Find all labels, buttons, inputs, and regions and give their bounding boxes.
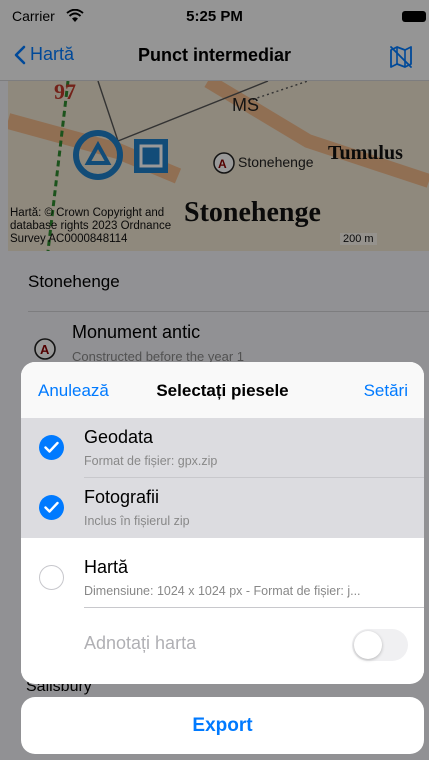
toggle-knob	[354, 631, 382, 659]
checkmark-circle-icon[interactable]	[39, 495, 64, 520]
export-button[interactable]: Export	[21, 697, 424, 754]
empty-circle-icon[interactable]	[39, 565, 64, 590]
option-geodata[interactable]: Geodata Format de fișier: gpx.zip	[21, 418, 424, 478]
row-divider	[84, 607, 424, 608]
annotate-map-toggle[interactable]	[352, 629, 408, 661]
option-subtitle: Format de fișier: gpx.zip	[84, 454, 218, 468]
option-title: Geodata	[84, 427, 154, 447]
option-title: Hartă	[84, 557, 129, 577]
option-subtitle: Dimensiune: 1024 x 1024 px - Format de f…	[84, 584, 361, 598]
sheet-header: Anulează Selectați piesele Setări	[21, 362, 424, 418]
option-photos[interactable]: Fotografii Inclus în fișierul zip	[21, 478, 424, 538]
select-items-sheet: Anulează Selectați piesele Setări Geodat…	[21, 362, 424, 684]
option-subtitle: Inclus în fișierul zip	[84, 514, 190, 528]
option-title: Fotografii	[84, 487, 160, 507]
option-map[interactable]: Hartă Dimensiune: 1024 x 1024 px - Forma…	[21, 548, 424, 608]
annotate-map-row: Adnotați harta	[21, 613, 424, 673]
checkmark-circle-icon[interactable]	[39, 435, 64, 460]
annotate-map-label: Adnotați harta	[84, 633, 197, 653]
settings-button[interactable]: Setări	[364, 381, 408, 401]
